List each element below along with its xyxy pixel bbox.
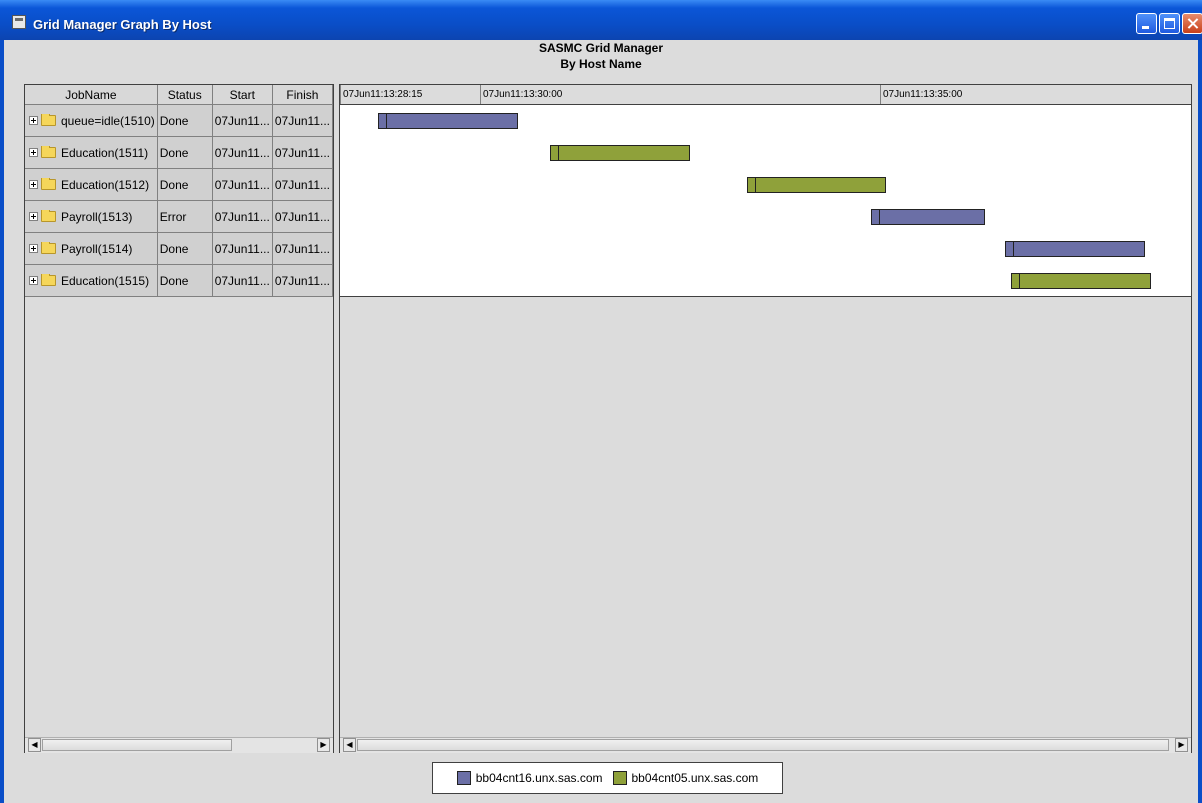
start-cell: 07Jun11...	[211, 264, 273, 297]
status-cell: Done	[156, 104, 213, 137]
table-row[interactable]: Education(1511) Done 07Jun11... 07Jun11...	[25, 136, 334, 169]
legend-label: bb04cnt05.unx.sas.com	[631, 771, 759, 785]
table-header-row: JobName Status Start Finish	[25, 85, 334, 105]
legend-swatch	[612, 771, 627, 785]
jobs-table-panel: JobName Status Start Finish queue=idle(1…	[24, 84, 334, 753]
gantt-bar[interactable]	[1004, 241, 1145, 257]
finish-cell: 07Jun11...	[271, 232, 334, 265]
job-name: Payroll(1514)	[61, 241, 133, 256]
bar-start-marker	[748, 178, 757, 192]
status-cell: Done	[156, 168, 213, 201]
gantt-bar[interactable]	[1011, 273, 1152, 289]
time-axis-header: 07Jun11:13:28:15 07Jun11:13:30:00 07Jun11:…	[340, 85, 1191, 105]
finish-cell: 07Jun11...	[271, 264, 334, 297]
status-cell: Done	[156, 136, 213, 169]
status-cell: Done	[156, 264, 213, 297]
scroll-thumb[interactable]	[42, 739, 232, 751]
bar-start-marker	[1005, 242, 1014, 256]
scroll-left-button[interactable]: ◀	[343, 738, 356, 752]
jobname-cell[interactable]: Education(1515)	[25, 264, 158, 297]
folder-icon	[41, 209, 56, 222]
window-title: Grid Manager Graph By Host	[33, 17, 212, 32]
start-cell: 07Jun11...	[211, 200, 273, 233]
gantt-bar[interactable]	[871, 209, 985, 225]
table-row[interactable]: queue=idle(1510) Done 07Jun11... 07Jun11...	[25, 104, 334, 137]
gantt-bar[interactable]	[747, 177, 886, 193]
bar-start-marker	[1012, 274, 1021, 288]
status-cell: Done	[156, 232, 213, 265]
table-row[interactable]: Education(1515) Done 07Jun11... 07Jun11...	[25, 264, 334, 297]
left-horizontal-scrollbar[interactable]: ◀ ▶	[25, 737, 333, 753]
table-row[interactable]: Education(1512) Done 07Jun11... 07Jun11...	[25, 168, 334, 201]
bar-start-marker	[551, 146, 559, 160]
start-cell: 07Jun11...	[211, 136, 273, 169]
time-axis-tick-label: 07Jun11:13:35:00	[880, 85, 962, 104]
jobname-cell[interactable]: Payroll(1514)	[25, 232, 158, 265]
folder-icon	[41, 241, 56, 254]
expand-plus-icon[interactable]	[29, 276, 38, 285]
finish-cell: 07Jun11...	[271, 168, 334, 201]
maximize-button[interactable]	[1159, 13, 1180, 34]
folder-icon	[41, 113, 56, 126]
expand-plus-icon[interactable]	[29, 116, 38, 125]
gantt-bar[interactable]	[550, 145, 690, 161]
time-axis-tick-label: 07Jun11:13:30:00	[480, 85, 562, 104]
chart-subtitle: By Host Name	[560, 57, 642, 71]
scroll-left-button[interactable]: ◀	[28, 738, 41, 752]
status-cell: Error	[156, 200, 213, 233]
table-row[interactable]: Payroll(1513) Error 07Jun11... 07Jun11...	[25, 200, 334, 233]
column-header-start[interactable]: Start	[211, 85, 273, 105]
app-icon	[12, 15, 26, 29]
finish-cell: 07Jun11...	[271, 104, 334, 137]
bar-start-marker	[379, 114, 387, 128]
minimize-button[interactable]	[1136, 13, 1157, 34]
start-cell: 07Jun11...	[211, 168, 273, 201]
expand-plus-icon[interactable]	[29, 212, 38, 221]
legend-item: bb04cnt05.unx.sas.com	[612, 771, 759, 785]
bar-start-marker	[872, 210, 881, 224]
close-button[interactable]	[1182, 13, 1202, 34]
chart-title: SASMC Grid Manager	[538, 41, 664, 55]
folder-icon	[41, 145, 56, 158]
job-name: Payroll(1513)	[61, 209, 133, 224]
scroll-right-button[interactable]: ▶	[317, 738, 330, 752]
time-axis-tick-label: 07Jun11:13:28:15	[340, 85, 422, 104]
expand-plus-icon[interactable]	[29, 180, 38, 189]
right-horizontal-scrollbar[interactable]: ◀ ▶	[340, 737, 1191, 753]
scroll-right-button[interactable]: ▶	[1175, 738, 1188, 752]
scroll-thumb[interactable]	[357, 739, 1169, 751]
job-name: queue=idle(1510)	[61, 113, 155, 128]
job-name: Education(1512)	[61, 177, 150, 192]
legend-label: bb04cnt16.unx.sas.com	[475, 771, 603, 785]
column-header-status[interactable]: Status	[156, 85, 213, 105]
jobname-cell[interactable]: Payroll(1513)	[25, 200, 158, 233]
jobname-cell[interactable]: Education(1511)	[25, 136, 158, 169]
legend-item: bb04cnt16.unx.sas.com	[456, 771, 603, 785]
job-name: Education(1515)	[61, 273, 150, 288]
gantt-panel: 07Jun11:13:28:15 07Jun11:13:30:00 07Jun11:…	[339, 84, 1192, 753]
legend-swatch	[456, 771, 471, 785]
start-cell: 07Jun11...	[211, 232, 273, 265]
table-row[interactable]: Payroll(1514) Done 07Jun11... 07Jun11...	[25, 232, 334, 265]
start-cell: 07Jun11...	[211, 104, 273, 137]
column-header-finish[interactable]: Finish	[271, 85, 334, 105]
jobs-table: JobName Status Start Finish queue=idle(1…	[25, 85, 334, 297]
expand-plus-icon[interactable]	[29, 148, 38, 157]
finish-cell: 07Jun11...	[271, 200, 334, 233]
jobname-cell[interactable]: queue=idle(1510)	[25, 104, 158, 137]
window-frame-right	[1198, 40, 1202, 803]
gantt-bar[interactable]	[378, 113, 518, 129]
chart-legend: bb04cnt16.unx.sas.com bb04cnt05.unx.sas.c…	[432, 762, 783, 794]
finish-cell: 07Jun11...	[271, 136, 334, 169]
window-frame-left	[0, 40, 4, 803]
title-bar: Grid Manager Graph By Host	[0, 0, 1202, 40]
column-header-jobname[interactable]: JobName	[25, 85, 158, 105]
expand-plus-icon[interactable]	[29, 244, 38, 253]
job-name: Education(1511)	[61, 145, 149, 160]
gantt-chart-area	[340, 105, 1191, 297]
folder-icon	[41, 273, 56, 286]
jobname-cell[interactable]: Education(1512)	[25, 168, 158, 201]
folder-icon	[41, 177, 56, 190]
